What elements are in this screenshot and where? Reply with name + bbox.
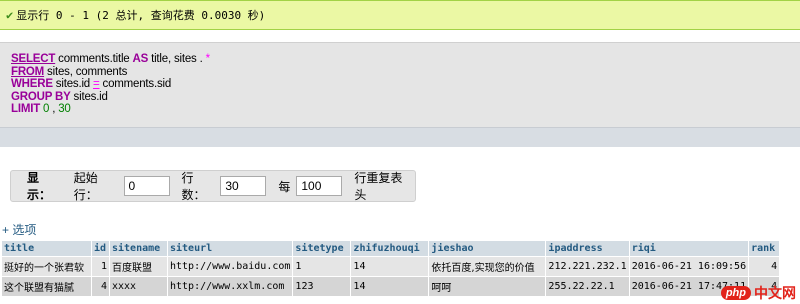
sql-keyword: GROUP BY: [11, 90, 71, 103]
navigation-panel: 显示： 起始行： 行数： 每 行重复表头: [10, 170, 416, 202]
cell-title: 这个联盟有猫腻: [1, 276, 92, 297]
sql-line-from: FROM sites, comments: [11, 66, 210, 79]
sql-text: comments.title: [55, 53, 133, 65]
sql-keyword-link[interactable]: FROM: [11, 66, 44, 78]
sql-keyword: LIMIT: [11, 103, 41, 116]
cell-ipaddress: 212.221.232.1: [545, 256, 630, 277]
column-header-rank[interactable]: rank: [748, 240, 781, 257]
every-label: 每: [278, 179, 291, 194]
repeat-header-input[interactable]: [296, 176, 343, 196]
cell-jieshao: 依托百度,实现您的价值: [428, 256, 547, 277]
sql-line-select: SELECT comments.title AS title, sites . …: [11, 53, 210, 66]
php-logo: php: [720, 286, 751, 300]
cell-title: 挺好的一个张君软: [1, 256, 92, 277]
table-row[interactable]: 这个联盟有猫腻 4 xxxx http://www.xxlm.com 123 1…: [1, 276, 781, 297]
row-count-label: 行数：: [181, 171, 206, 202]
sql-text: ,: [49, 103, 59, 116]
cell-sitename: 百度联盟: [109, 256, 168, 277]
sql-number: 30: [58, 103, 71, 116]
cell-ipaddress: 255.22.22.1: [545, 276, 630, 297]
column-header-title[interactable]: title: [1, 240, 92, 257]
watermark-text: 中文网: [754, 286, 796, 302]
sql-text: comments.sid: [99, 78, 172, 91]
cell-id: 4: [91, 276, 110, 297]
column-header-sitetype[interactable]: sitetype: [292, 240, 352, 257]
sql-query-box: SELECT comments.title AS title, sites . …: [0, 42, 800, 147]
sql-keyword: AS: [132, 53, 149, 65]
sql-number: 0: [40, 103, 50, 116]
table-row[interactable]: 挺好的一个张君软 1 百度联盟 http://www.baidu.com 1 1…: [1, 256, 781, 277]
sql-text: sites, comments: [44, 65, 128, 78]
show-label: 显示：: [27, 171, 52, 202]
column-header-sitename[interactable]: sitename: [109, 240, 168, 257]
sql-line-limit: LIMIT 0 , 30: [11, 103, 210, 116]
start-row-label: 起始行：: [73, 171, 98, 202]
checkmark-icon: ✔: [6, 8, 14, 22]
cell-id: 1: [91, 256, 110, 277]
sql-operator: *: [205, 53, 210, 65]
cell-sitetype: 123: [292, 276, 352, 297]
cell-riqi: 2016-06-21 16:09:56: [628, 256, 750, 277]
cell-zhifuzhouqi: 14: [350, 276, 430, 297]
sql-keyword-link[interactable]: SELECT: [11, 53, 55, 65]
sql-text: sites.id: [52, 78, 93, 91]
php-cn-watermark: php 中文网: [716, 282, 800, 304]
row-count-input[interactable]: [220, 176, 267, 196]
table-header-row: title id sitename siteurl sitetype zhifu…: [1, 240, 781, 257]
sql-footer-bar: [0, 127, 800, 147]
column-header-siteurl[interactable]: siteurl: [166, 240, 294, 257]
cell-rank: 4: [748, 256, 781, 277]
column-header-id[interactable]: id: [91, 240, 110, 257]
options-link[interactable]: + 选项: [2, 221, 36, 238]
success-message-bar: ✔ 显示行 0 - 1 (2 总计, 查询花费 0.0030 秒): [0, 0, 800, 30]
column-header-riqi[interactable]: riqi: [628, 240, 750, 257]
start-row-input[interactable]: [123, 176, 170, 196]
cell-sitetype: 1: [292, 256, 352, 277]
cell-siteurl: http://www.baidu.com: [166, 256, 294, 277]
repeat-header-label: 行重复表头: [354, 171, 403, 202]
column-header-jieshao[interactable]: jieshao: [428, 240, 547, 257]
status-message: 显示行 0 - 1 (2 总计, 查询花费 0.0030 秒): [16, 9, 266, 22]
sql-text: title, sites .: [148, 53, 206, 65]
cell-jieshao: 呵呵: [428, 276, 547, 297]
cell-sitename: xxxx: [109, 276, 168, 297]
results-table: title id sitename siteurl sitetype zhifu…: [1, 240, 781, 297]
sql-line-where: WHERE sites.id = comments.sid: [11, 78, 210, 91]
sql-text: sites.id: [70, 90, 108, 103]
sql-code: SELECT comments.title AS title, sites . …: [11, 53, 210, 116]
sql-keyword: WHERE: [11, 78, 53, 91]
sql-line-groupby: GROUP BY sites.id: [11, 91, 210, 104]
column-header-ipaddress[interactable]: ipaddress: [545, 240, 630, 257]
column-header-zhifuzhouqi[interactable]: zhifuzhouqi: [350, 240, 430, 257]
cell-siteurl: http://www.xxlm.com: [166, 276, 294, 297]
cell-zhifuzhouqi: 14: [350, 256, 430, 277]
